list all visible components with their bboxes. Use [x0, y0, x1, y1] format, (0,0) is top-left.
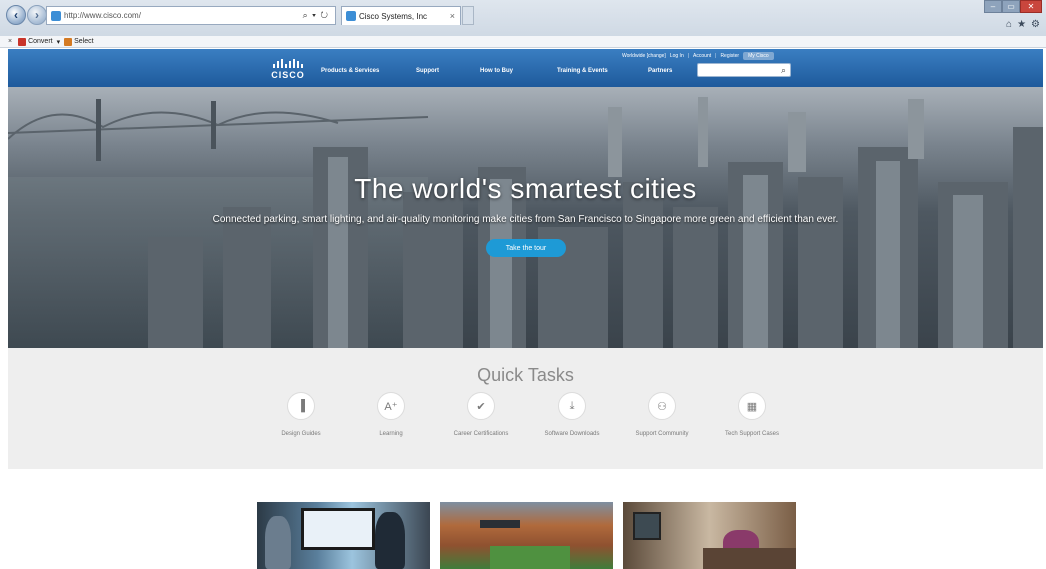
register-link[interactable]: Register [720, 53, 739, 59]
sofa-image [703, 548, 796, 569]
my-cisco-button[interactable]: My Cisco [743, 52, 774, 60]
separator: | [687, 53, 690, 59]
hero-title: The world's smartest cities [354, 173, 697, 204]
hero-banner: The world's smartest cities Connected pa… [8, 87, 1043, 348]
quick-task-label[interactable]: Design Guides [251, 431, 351, 437]
forward-arrow-icon: › [35, 8, 39, 22]
document-icon[interactable]: ▐ [287, 392, 315, 420]
back-arrow-icon: ‹ [14, 8, 18, 22]
presenter-figure [265, 516, 291, 569]
browser-titlebar: ‹ › http://www.cisco.com/ ⌕ ▾ ↻ Cisco Sy… [0, 0, 1046, 36]
address-search-refresh-icon[interactable]: ⌕ ▾ ↻ [303, 10, 335, 21]
site-favicon-icon [51, 10, 61, 21]
address-bar[interactable]: http://www.cisco.com/ ⌕ ▾ ↻ [46, 6, 336, 25]
quick-task-career-certifications[interactable]: ✔ Career Certifications [431, 392, 531, 437]
search-icon[interactable]: ⌕ [781, 65, 786, 76]
tv-screen-image [633, 512, 661, 540]
select-button[interactable]: Select [74, 38, 93, 45]
quick-tasks-section: Quick Tasks ▐ Design Guides A⁺ Learning … [8, 348, 1043, 469]
tab-title: Cisco Systems, Inc [359, 11, 428, 21]
nav-support[interactable]: Support [416, 68, 439, 74]
cisco-bridge-logo-icon [268, 59, 308, 68]
command-bar: × Convert ▾ Select [0, 36, 1046, 48]
convert-dropdown-icon[interactable]: ▾ [57, 38, 61, 46]
quick-task-label[interactable]: Learning [341, 431, 441, 437]
hero-subtitle: Connected parking, smart lighting, and a… [212, 214, 839, 225]
tab-close-icon[interactable]: × [450, 11, 460, 21]
take-the-tour-button[interactable]: Take the tour [486, 239, 566, 257]
download-icon[interactable]: ⤓ [558, 392, 586, 420]
tab-favicon-icon [346, 11, 356, 21]
maximize-button[interactable]: ▭ [1002, 0, 1020, 13]
map-display-image [301, 508, 375, 550]
convert-button[interactable]: Convert [28, 38, 53, 45]
new-tab-button[interactable] [462, 6, 474, 25]
quick-task-support-community[interactable]: ⚇ Support Community [612, 392, 712, 437]
account-link[interactable]: Account [693, 53, 711, 59]
nav-partners[interactable]: Partners [648, 68, 672, 74]
community-icon[interactable]: ⚇ [648, 392, 676, 420]
separator: | [715, 53, 717, 59]
address-url[interactable]: http://www.cisco.com/ [64, 11, 303, 20]
worldwide-link[interactable]: Worldwide [change] [622, 53, 666, 59]
football-field-image [490, 546, 570, 569]
nav-products-services[interactable]: Products & Services [321, 68, 379, 74]
window-controls: – ▭ ✕ [984, 0, 1042, 13]
site-header: CISCO Worldwide [change] Log In | Accoun… [8, 49, 1043, 87]
presenter-figure [375, 512, 405, 569]
quick-task-design-guides[interactable]: ▐ Design Guides [251, 392, 351, 437]
back-button[interactable]: ‹ [6, 5, 26, 25]
certification-icon[interactable]: ✔ [467, 392, 495, 420]
forward-button[interactable]: › [27, 5, 47, 25]
scoreboard-image [480, 520, 520, 528]
promo-image-stadium[interactable] [440, 502, 613, 569]
tab-cisco[interactable]: Cisco Systems, Inc × [341, 6, 461, 25]
quick-task-label[interactable]: Support Community [612, 431, 712, 437]
close-window-button[interactable]: ✕ [1020, 0, 1042, 13]
main-nav: Products & Services Support How to Buy T… [8, 68, 1043, 78]
briefcase-icon[interactable]: ▦ [738, 392, 766, 420]
quick-task-label[interactable]: Career Certifications [431, 431, 531, 437]
promo-image-living-room[interactable] [623, 502, 796, 569]
favorites-star-icon[interactable]: ★ [1017, 19, 1026, 30]
nav-how-to-buy[interactable]: How to Buy [480, 68, 513, 74]
promo-image-presenters[interactable] [257, 502, 430, 569]
search-input[interactable]: ⌕ [697, 63, 791, 77]
browser-toolbar-icons: ⌂ ★ ⚙ [1006, 19, 1040, 30]
quick-task-learning[interactable]: A⁺ Learning [341, 392, 441, 437]
utility-nav: Worldwide [change] Log In | Account | Re… [622, 52, 774, 60]
pdf-convert-icon [18, 37, 27, 46]
quick-task-software-downloads[interactable]: ⤓ Software Downloads [522, 392, 622, 437]
nav-training-events[interactable]: Training & Events [557, 68, 608, 74]
quick-task-label[interactable]: Tech Support Cases [702, 431, 802, 437]
command-bar-close-icon[interactable]: × [8, 38, 12, 45]
select-tool-icon [64, 37, 73, 46]
quick-task-label[interactable]: Software Downloads [522, 431, 622, 437]
quick-tasks-title: Quick Tasks [477, 365, 574, 385]
minimize-button[interactable]: – [984, 0, 1002, 13]
learning-icon[interactable]: A⁺ [377, 392, 405, 420]
login-link[interactable]: Log In [670, 53, 684, 59]
home-icon[interactable]: ⌂ [1006, 19, 1012, 30]
settings-gear-icon[interactable]: ⚙ [1031, 19, 1040, 30]
quick-task-tech-support-cases[interactable]: ▦ Tech Support Cases [702, 392, 802, 437]
